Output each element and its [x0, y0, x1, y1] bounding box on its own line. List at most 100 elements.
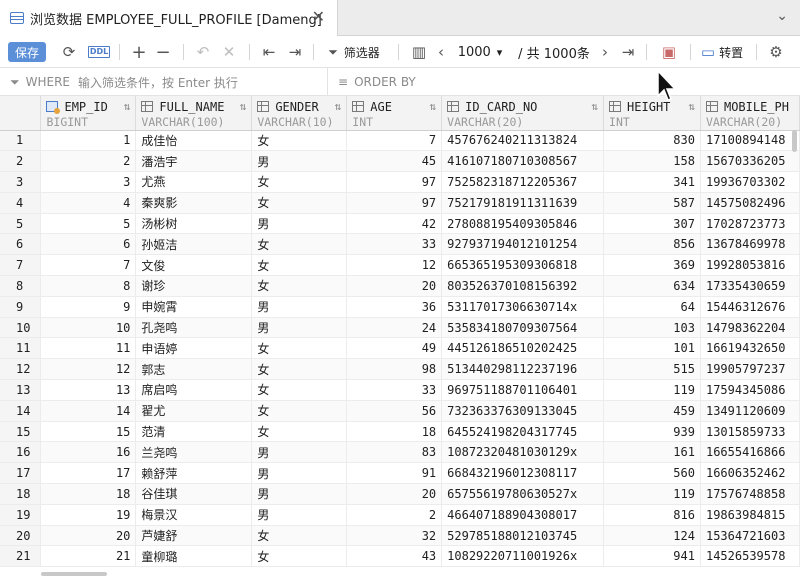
table-cell[interactable]: 10872320481030129x — [441, 441, 605, 464]
where-input[interactable]: ⏷ WHERE 输入筛选条件，按 Enter 执行 — [0, 68, 328, 96]
horizontal-scrollbar[interactable] — [41, 572, 107, 576]
table-cell[interactable]: 12 — [346, 254, 443, 277]
table-cell[interactable]: 466407188904308017 — [441, 504, 605, 526]
table-cell[interactable]: 587 — [603, 192, 701, 214]
table-row[interactable]: 3 3 尤燕女 97 752582318712205367 341 19936703302 — [0, 171, 800, 193]
table-cell[interactable]: 兰尧鸣 — [135, 441, 253, 464]
table-cell[interactable]: 15670336205 — [700, 150, 800, 173]
table-cell[interactable]: 14526539578 — [700, 545, 800, 568]
filter-button[interactable]: ⏷ 筛选器 — [322, 36, 386, 68]
table-cell[interactable]: 97 — [346, 171, 443, 193]
table-cell[interactable]: 谷佳琪 — [135, 483, 253, 505]
column-header[interactable]: MOBILE_PH VARCHAR(20) — [700, 96, 800, 131]
table-cell[interactable]: 19 — [40, 504, 137, 526]
table-row[interactable]: 10 10 孔尧鸣男 24 535834180709307564 103 147983622… — [0, 317, 800, 339]
table-cell[interactable]: 341 — [603, 171, 701, 193]
table-row[interactable]: 18 18 谷佳琪男 20 65755619780630527x 119 175767488… — [0, 483, 800, 505]
table-cell[interactable]: 36 — [346, 296, 443, 318]
table-cell[interactable]: 女 — [251, 254, 348, 277]
table-cell[interactable]: 男 — [251, 462, 348, 485]
table-cell[interactable]: 33 — [346, 233, 443, 256]
table-cell[interactable]: 19936703302 — [700, 171, 800, 193]
table-row[interactable]: 7 7 文俊女 12 665365195309306818 369 19928053816 — [0, 254, 800, 277]
table-cell[interactable]: 16606352462 — [700, 462, 800, 485]
table-cell[interactable]: 457676240211313824 — [441, 130, 605, 152]
table-cell[interactable]: 7 — [346, 130, 443, 152]
table-cell[interactable]: 32 — [346, 525, 443, 547]
table-cell[interactable]: 14 — [40, 400, 137, 422]
table-row[interactable]: 20 20 芦婕舒女 32 529785188012103745 124 153647216… — [0, 525, 800, 547]
table-cell[interactable]: 梅景汉 — [135, 504, 253, 526]
table-cell[interactable]: 13491120609 — [700, 400, 800, 422]
add-row-icon[interactable]: + — [128, 36, 150, 68]
table-cell[interactable]: 男 — [251, 213, 348, 235]
last-page-icon[interactable]: ⇥ — [620, 36, 636, 68]
row-number[interactable]: 10 — [0, 317, 42, 339]
table-cell[interactable]: 女 — [251, 421, 348, 443]
table-cell[interactable]: 17 — [40, 462, 137, 485]
table-row[interactable]: 8 8 谢珍女 20 803526370108156392 634 17335430659 — [0, 275, 800, 297]
row-number[interactable]: 3 — [0, 171, 42, 193]
table-cell[interactable]: 14575082496 — [700, 192, 800, 214]
table-cell[interactable]: 女 — [251, 275, 348, 297]
tab-browse-data[interactable]: 浏览数据 EMPLOYEE_FULL_PROFILE [Dameng] ✕ — [0, 0, 338, 36]
table-cell[interactable]: 668432196012308117 — [441, 462, 605, 485]
table-cell[interactable]: 16655416866 — [700, 441, 800, 464]
column-header[interactable]: HEIGHT ⇅ INT — [603, 96, 701, 131]
table-cell[interactable]: 男 — [251, 441, 348, 464]
row-number[interactable]: 8 — [0, 275, 42, 297]
column-header[interactable]: FULL_NAME ⇅ VARCHAR(100) — [135, 96, 253, 131]
sort-icon[interactable]: ⇅ — [124, 100, 131, 113]
table-cell[interactable]: 女 — [251, 233, 348, 256]
table-cell[interactable]: 15364721603 — [700, 525, 800, 547]
table-cell[interactable]: 17028723773 — [700, 213, 800, 235]
table-cell[interactable]: 45 — [346, 150, 443, 173]
table-row[interactable]: 9 9 申婉霄男 36 53117017306630714x 64 15446312676 — [0, 296, 800, 318]
gear-icon[interactable]: ⚙ — [764, 36, 788, 68]
table-cell[interactable]: 1 — [40, 130, 137, 152]
table-cell[interactable]: 谢珍 — [135, 275, 253, 297]
discard-icon[interactable]: ✕ — [218, 36, 240, 68]
table-cell[interactable]: 124 — [603, 525, 701, 547]
table-cell[interactable]: 成佳怡 — [135, 130, 253, 152]
refresh-icon[interactable]: ⟳ — [58, 36, 80, 68]
table-row[interactable]: 2 2 潘浩宇男 45 416107180710308567 158 15670336205 — [0, 150, 800, 173]
table-cell[interactable]: 732363376309133045 — [441, 400, 605, 422]
ddl-button[interactable]: DDL — [87, 36, 111, 68]
table-cell[interactable]: 13015859733 — [700, 421, 800, 443]
table-cell[interactable]: 803526370108156392 — [441, 275, 605, 297]
table-cell[interactable]: 515 — [603, 358, 701, 381]
row-number[interactable]: 18 — [0, 483, 42, 505]
table-cell[interactable]: 18 — [40, 483, 137, 505]
table-cell[interactable]: 女 — [251, 545, 348, 568]
table-cell[interactable]: 女 — [251, 192, 348, 214]
column-header[interactable]: AGE ⇅ INT — [346, 96, 443, 131]
table-cell[interactable]: 男 — [251, 317, 348, 339]
table-cell[interactable]: 10829220711001926x — [441, 545, 605, 568]
table-cell[interactable]: 20 — [40, 525, 137, 547]
table-row[interactable]: 21 21 童柳璐女 43 10829220711001926x 941 145265395… — [0, 545, 800, 568]
table-cell[interactable]: 98 — [346, 358, 443, 381]
row-number[interactable]: 20 — [0, 525, 42, 547]
table-cell[interactable]: 752179181911311639 — [441, 192, 605, 214]
table-cell[interactable]: 65755619780630527x — [441, 483, 605, 505]
table-cell[interactable]: 33 — [346, 379, 443, 401]
row-number[interactable]: 16 — [0, 441, 42, 464]
transpose-button[interactable]: ▭ 转置 — [698, 36, 746, 68]
row-number[interactable]: 4 — [0, 192, 42, 214]
table-cell[interactable]: 43 — [346, 545, 443, 568]
table-cell[interactable]: 13 — [40, 379, 137, 401]
table-cell[interactable]: 939 — [603, 421, 701, 443]
table-cell[interactable]: 汤彬树 — [135, 213, 253, 235]
table-cell[interactable]: 21 — [40, 545, 137, 568]
table-cell[interactable]: 12 — [40, 358, 137, 381]
row-number[interactable]: 2 — [0, 150, 42, 173]
prev-page-icon[interactable]: ‹ — [434, 36, 448, 68]
table-cell[interactable]: 445126186510202425 — [441, 337, 605, 360]
row-number[interactable]: 9 — [0, 296, 42, 318]
settings-icon[interactable]: ▥ — [408, 36, 430, 68]
table-row[interactable]: 13 13 席启鸣女 33 969751188701106401 119 175943450… — [0, 379, 800, 401]
table-cell[interactable]: 927937194012101254 — [441, 233, 605, 256]
table-cell[interactable]: 816 — [603, 504, 701, 526]
table-cell[interactable]: 男 — [251, 150, 348, 173]
